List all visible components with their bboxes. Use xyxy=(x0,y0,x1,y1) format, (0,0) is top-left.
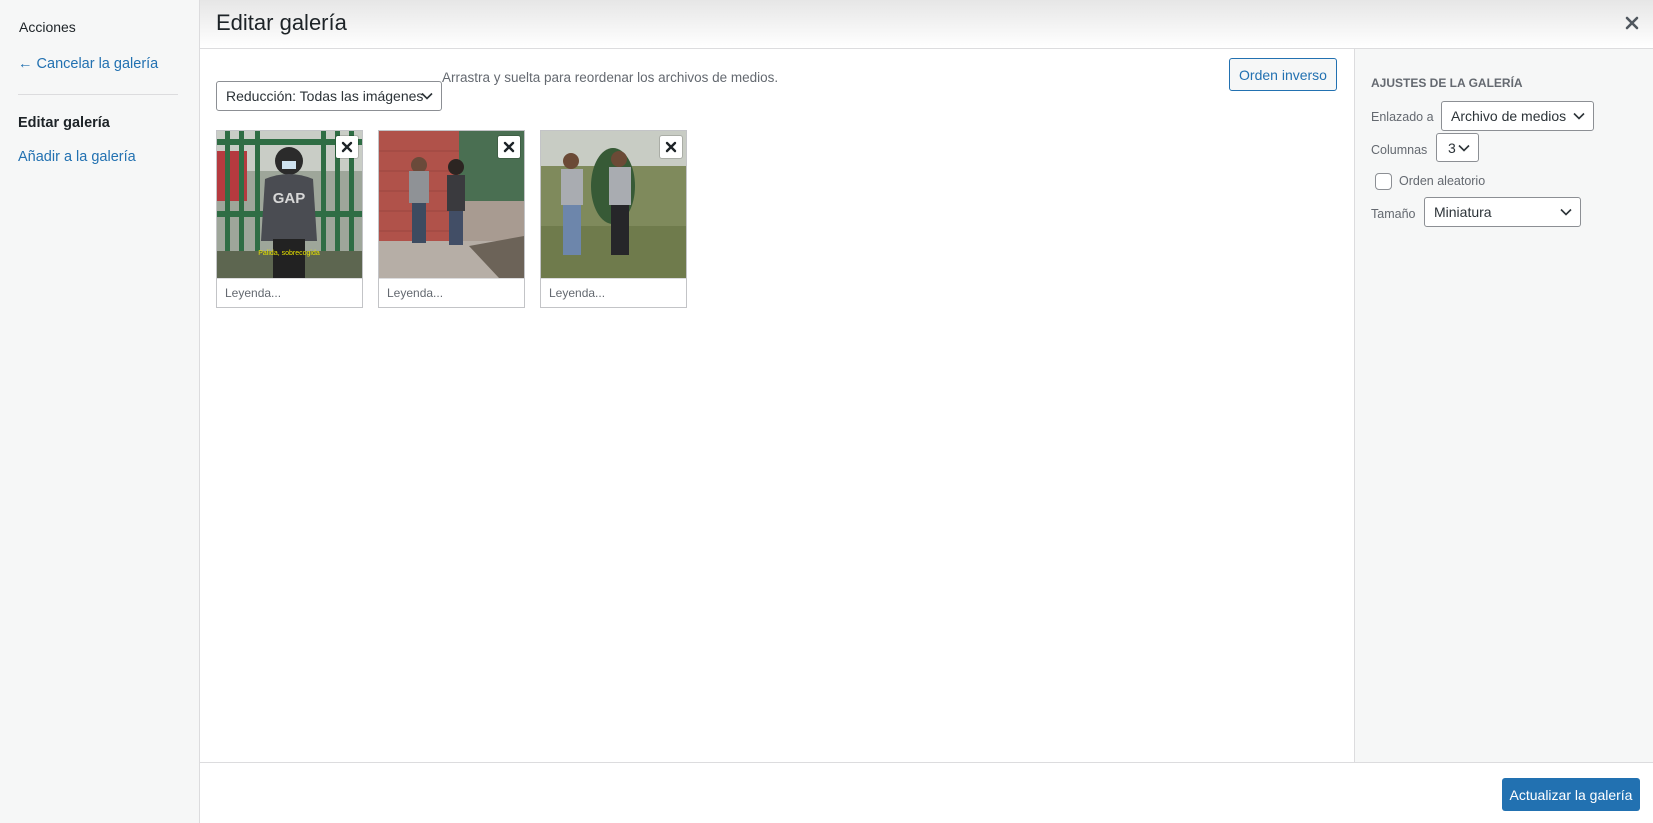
media-frame-menu: Acciones ← Cancelar la galería Editar ga… xyxy=(0,0,200,823)
reorder-instructions: Arrastra y suelta para reordenar los arc… xyxy=(442,70,779,85)
size-value: Miniatura xyxy=(1434,204,1492,220)
media-frame-toolbar: Actualizar la galería xyxy=(200,762,1653,823)
caption-field[interactable]: Leyenda... xyxy=(379,278,524,307)
update-gallery-button[interactable]: Actualizar la galería xyxy=(1502,778,1640,811)
cancel-gallery-link[interactable]: ← Cancelar la galería xyxy=(18,56,158,72)
page-title: Editar galería xyxy=(216,10,347,35)
chevron-down-icon xyxy=(1573,112,1585,120)
filter-select-value: Reducción: Todas las imágenes xyxy=(226,88,424,104)
columns-select[interactable]: 3 xyxy=(1436,133,1479,162)
menu-heading: Acciones xyxy=(19,19,76,35)
gallery-settings-sidebar: Ajustes de la galería Enlazado a Archivo… xyxy=(1354,49,1653,762)
random-order-checkbox[interactable] xyxy=(1375,173,1392,190)
link-to-value: Archivo de medios xyxy=(1451,108,1567,124)
close-button[interactable] xyxy=(1619,10,1645,36)
reverse-order-button[interactable]: Orden inverso xyxy=(1229,58,1337,91)
svg-text:GAP: GAP xyxy=(273,190,306,207)
remove-attachment-button[interactable] xyxy=(660,136,682,158)
filter-select[interactable]: Reducción: Todas las imágenes xyxy=(216,81,442,111)
attachment-item[interactable]: Leyenda... xyxy=(540,130,687,308)
attachment-item[interactable]: GAP Palida, sobrecogida Leyenda... xyxy=(216,130,363,308)
columns-label: Columnas xyxy=(1371,143,1428,157)
close-icon xyxy=(503,141,515,153)
size-select[interactable]: Miniatura xyxy=(1424,197,1581,227)
menu-separator xyxy=(18,94,178,95)
thumbnail-overlay-text: Palida, sobrecogida xyxy=(258,250,320,257)
caption-field[interactable]: Leyenda... xyxy=(217,278,362,307)
close-icon xyxy=(665,141,677,153)
columns-value: 3 xyxy=(1448,139,1456,156)
remove-attachment-button[interactable] xyxy=(336,136,358,158)
attachment-item[interactable]: Leyenda... xyxy=(378,130,525,308)
link-to-label: Enlazado a xyxy=(1371,110,1434,124)
chevron-down-icon xyxy=(421,92,433,100)
menu-item-add-to-gallery[interactable]: Añadir a la galería xyxy=(18,149,136,165)
close-icon xyxy=(341,141,353,153)
menu-item-edit-gallery[interactable]: Editar galería xyxy=(18,115,110,131)
caption-field[interactable]: Leyenda... xyxy=(541,278,686,307)
gallery-settings-heading: Ajustes de la galería xyxy=(1371,76,1523,90)
chevron-down-icon xyxy=(1560,208,1572,216)
close-icon xyxy=(1625,16,1639,30)
random-order-label: Orden aleatorio xyxy=(1399,174,1486,188)
link-to-select[interactable]: Archivo de medios xyxy=(1441,101,1594,131)
remove-attachment-button[interactable] xyxy=(498,136,520,158)
media-frame-title: Editar galería xyxy=(200,0,1653,49)
size-label: Tamaño xyxy=(1371,207,1416,221)
chevron-down-icon xyxy=(1458,144,1470,152)
